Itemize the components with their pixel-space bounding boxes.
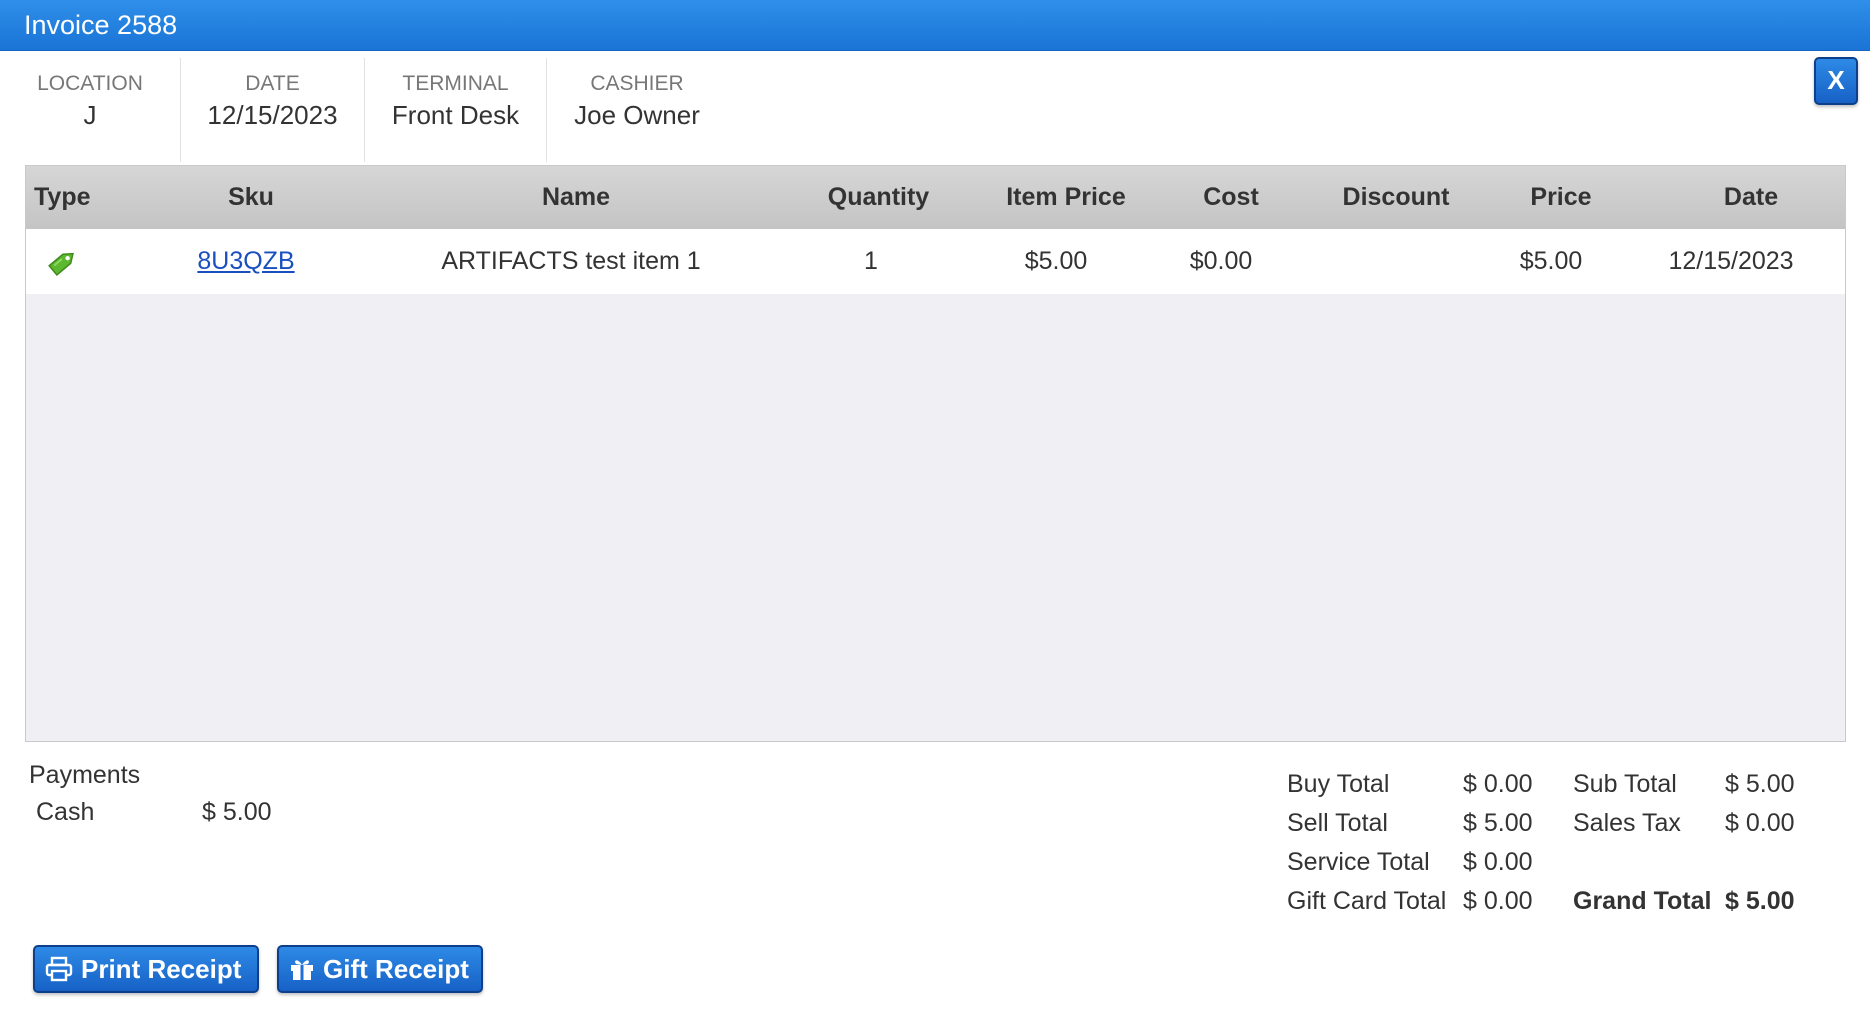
close-button[interactable]: X [1814,57,1858,105]
grand-total-label: Grand Total [1573,887,1712,915]
info-date-value: 12/15/2023 [207,100,338,130]
row-cost-cell: $0.00 [1189,247,1253,275]
gift-receipt-button[interactable]: Gift Receipt [277,945,483,993]
invoice-items-grid: Type Sku Name Quantity Item Price Cost D… [25,165,1846,742]
printer-icon [45,956,73,982]
print-receipt-button[interactable]: Print Receipt [33,945,259,993]
buy-total-label: Buy Total [1287,770,1390,798]
row-type-cell [26,245,121,279]
col-item-price[interactable]: Item Price [981,183,1151,212]
info-location-label: LOCATION [37,72,143,95]
col-quantity[interactable]: Quantity [776,183,981,212]
print-receipt-label: Print Receipt [81,953,242,984]
row-sku-cell: 8U3QZB [121,247,371,276]
totals-section: Buy Total $ 0.00 Sub Total $ 5.00 Sell T… [1287,765,1815,921]
grand-total-value: $ 5.00 [1725,887,1795,915]
table-row[interactable]: 8U3QZB ARTIFACTS test item 1 1 $5.00 $0.… [26,229,1845,294]
col-sku[interactable]: Sku [126,183,376,212]
totals-row: Buy Total $ 0.00 Sub Total $ 5.00 [1287,765,1815,804]
window-titlebar: Invoice 2588 [0,0,1870,51]
info-date-label: DATE [245,72,300,95]
gift-receipt-label: Gift Receipt [323,953,469,984]
info-cashier: CASHIER Joe Owner [547,58,727,162]
grid-header: Type Sku Name Quantity Item Price Cost D… [26,166,1845,229]
sell-total-label: Sell Total [1287,809,1388,837]
sku-link[interactable]: 8U3QZB [197,247,294,275]
totals-row: Gift Card Total $ 0.00 Grand Total $ 5.0… [1287,882,1815,921]
payment-amount: $ 5.00 [202,798,272,826]
row-quantity-cell: 1 [864,247,878,275]
sub-total-label: Sub Total [1573,770,1677,798]
row-price-cell: $5.00 [1519,247,1583,275]
info-terminal-label: TERMINAL [402,72,509,95]
totals-row: Service Total $ 0.00 [1287,843,1815,882]
info-cashier-label: CASHIER [590,72,684,95]
payment-method: Cash [36,798,95,826]
invoice-info-bar: LOCATION J DATE 12/15/2023 TERMINAL Fron… [0,58,727,162]
tag-icon [46,245,80,279]
row-item-price-cell: $5.00 [1024,247,1088,275]
service-total-value: $ 0.00 [1463,848,1533,876]
sub-total-value: $ 5.00 [1725,770,1795,798]
payments-section: Payments Cash $ 5.00 [29,757,272,831]
col-type[interactable]: Type [26,183,126,212]
info-location: LOCATION J [0,58,181,162]
sales-tax-value: $ 0.00 [1725,809,1795,837]
col-name[interactable]: Name [376,183,776,212]
gift-card-total-label: Gift Card Total [1287,887,1447,915]
gift-icon [291,960,313,980]
col-discount[interactable]: Discount [1311,183,1481,212]
col-cost[interactable]: Cost [1151,183,1311,212]
info-location-value: J [83,100,97,130]
window-title: Invoice 2588 [24,10,178,40]
sell-total-value: $ 5.00 [1463,809,1533,837]
col-price[interactable]: Price [1481,183,1641,212]
info-date: DATE 12/15/2023 [181,58,365,162]
row-name-cell: ARTIFACTS test item 1 [441,247,701,275]
service-total-label: Service Total [1287,848,1430,876]
info-terminal: TERMINAL Front Desk [365,58,547,162]
gift-card-total-value: $ 0.00 [1463,887,1533,915]
totals-row: Sell Total $ 5.00 Sales Tax $ 0.00 [1287,804,1815,843]
payments-title: Payments [29,761,141,789]
info-cashier-value: Joe Owner [574,100,700,130]
row-date-cell: 12/15/2023 [1668,247,1794,275]
sales-tax-label: Sales Tax [1573,809,1681,837]
info-terminal-value: Front Desk [391,100,520,130]
payment-row: Cash $ 5.00 [29,793,272,831]
buy-total-value: $ 0.00 [1463,770,1533,798]
col-date[interactable]: Date [1641,183,1861,212]
